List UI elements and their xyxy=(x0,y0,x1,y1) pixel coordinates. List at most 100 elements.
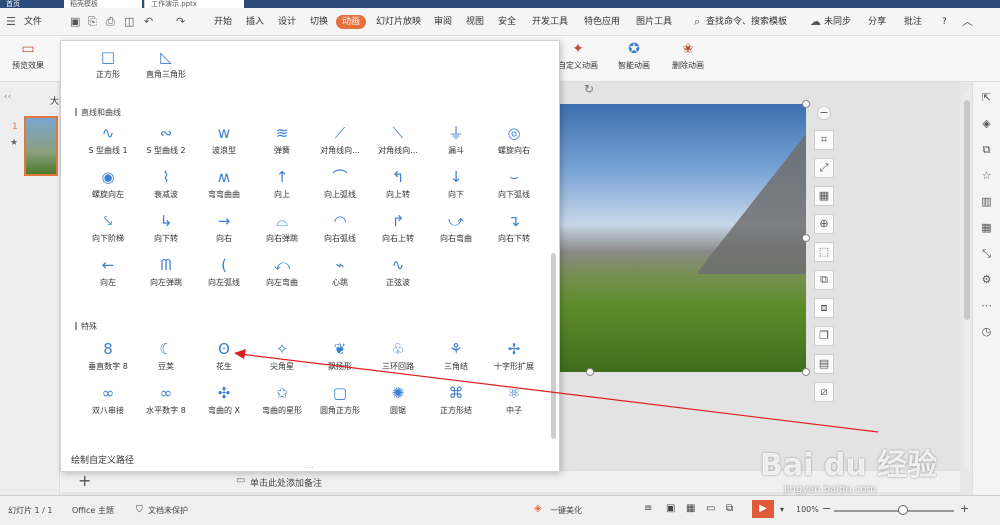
menu-features[interactable]: 特色应用 xyxy=(584,15,620,29)
tab-template[interactable]: 稻壳模板 xyxy=(64,0,142,8)
chart-icon[interactable]: ▥ xyxy=(979,194,995,210)
menu-review[interactable]: 审阅 xyxy=(434,15,452,29)
add-slide-button[interactable]: + xyxy=(78,471,91,490)
slash-icon[interactable]: ⧄ xyxy=(814,382,834,402)
collapse-toolbar-icon[interactable]: − xyxy=(817,106,831,120)
chevron-up-icon[interactable]: ︿ xyxy=(962,15,973,29)
path-item[interactable]: ♧ 三环回路 xyxy=(369,337,427,377)
save-icon[interactable]: ▣ xyxy=(70,15,80,29)
path-item[interactable]: □ 正方形 xyxy=(79,45,137,85)
path-item[interactable]: ʍ 弯弯曲曲 xyxy=(195,165,253,205)
custom-animation-button[interactable]: ✦ 自定义动画 xyxy=(556,40,600,71)
transform-icon[interactable]: ⤡ xyxy=(979,246,995,262)
path-item[interactable]: (向左弧线 xyxy=(195,253,253,293)
resize-icon[interactable]: ⤢ xyxy=(814,158,834,178)
menu-devtools[interactable]: 开发工具 xyxy=(532,15,568,29)
path-item[interactable]: ↑ 向上 xyxy=(253,165,311,205)
slide-picture[interactable] xyxy=(560,104,806,372)
path-item[interactable]: ↰ 向上转 xyxy=(369,165,427,205)
help-button[interactable]: ? xyxy=(942,15,947,29)
slide-thumbnail[interactable] xyxy=(24,116,58,176)
star-icon[interactable]: ☆ xyxy=(979,168,995,184)
path-item[interactable]: ∾ S 型曲线 2 xyxy=(137,121,195,161)
path-item[interactable]: ⤥ 向下阶梯 xyxy=(79,209,137,249)
copy-icon[interactable]: ⧉ xyxy=(814,270,834,290)
sync-status[interactable]: 未同步 xyxy=(824,15,851,29)
copy-view-icon[interactable]: ⧉ xyxy=(726,503,733,514)
path-item[interactable]: ⟍ 对角线向... xyxy=(369,121,427,161)
path-item[interactable]: ✩ 弯曲的星形 xyxy=(253,381,311,421)
path-item[interactable]: ᗰ 向左弹跳 xyxy=(137,253,195,293)
zoom-in-button[interactable]: + xyxy=(960,502,969,515)
path-item[interactable]: ≋ 弹簧 xyxy=(253,121,311,161)
path-item[interactable]: ⚘ 三角结 xyxy=(427,337,485,377)
rotate-handle-icon[interactable]: ↻ xyxy=(584,82,594,96)
path-item[interactable]: ☾ 豆荚 xyxy=(137,337,195,377)
tab-home[interactable]: 首页 xyxy=(0,0,26,8)
slide-sorter-icon[interactable]: ▦ xyxy=(686,503,695,514)
path-item[interactable]: ⟋ 对角线向... xyxy=(311,121,369,161)
path-item[interactable]: ∞ 水平数字 8 xyxy=(137,381,195,421)
path-item[interactable]: ⏚ 漏斗 xyxy=(427,121,485,161)
outline-tab[interactable]: 大 xyxy=(50,94,59,107)
scroll-thumb[interactable] xyxy=(964,100,970,320)
path-item[interactable]: ᴡ 波浪型 xyxy=(195,121,253,161)
protect-status[interactable]: 文档未保护 xyxy=(148,505,188,516)
path-item[interactable]: ⌣ 向下弧线 xyxy=(485,165,543,205)
path-item[interactable]: ← 向左 xyxy=(79,253,137,293)
pointer-icon[interactable]: ⇱ xyxy=(979,90,995,106)
layers-icon[interactable]: ⧈ xyxy=(814,298,834,318)
delete-animation-button[interactable]: ✬ 删除动画 xyxy=(666,40,710,71)
select-icon[interactable]: ⬚ xyxy=(814,242,834,262)
path-item[interactable]: ⤺ 向左弯曲 xyxy=(253,253,311,293)
crop-icon[interactable]: ⌗ xyxy=(814,130,834,150)
path-item[interactable]: ⌘ 正方形结 xyxy=(427,381,485,421)
path-item[interactable]: ✺ 圆锯 xyxy=(369,381,427,421)
draw-custom-path[interactable]: 绘制自定义路径 xyxy=(71,453,134,466)
path-item[interactable]: ⌒ 向上弧线 xyxy=(311,165,369,205)
path-item[interactable]: ⌓ 向右弹跳 xyxy=(253,209,311,249)
theme-name[interactable]: Office 主题 xyxy=(72,505,114,516)
path-item[interactable]: ∿ S 型曲线 1 xyxy=(79,121,137,161)
beautify-button[interactable]: 一键美化 xyxy=(550,505,582,516)
table-icon[interactable]: ▦ xyxy=(979,220,995,236)
path-item[interactable]: ʘ 花生 xyxy=(195,337,253,377)
print-icon[interactable]: ⎙ xyxy=(106,15,115,29)
comment-button[interactable]: 批注 xyxy=(904,15,922,29)
path-item[interactable]: ◠ 向右弧线 xyxy=(311,209,369,249)
zoom-in-icon[interactable]: ⊕ xyxy=(814,214,834,234)
preview-icon[interactable]: ◫ xyxy=(124,15,134,29)
path-item[interactable]: 8 垂直数字 8 xyxy=(79,337,137,377)
reading-view-icon[interactable]: ▭ xyxy=(706,503,715,514)
path-item[interactable]: ◺ 直角三角形 xyxy=(137,45,195,85)
notes-placeholder[interactable]: 单击此处添加备注 xyxy=(250,476,322,489)
path-item[interactable]: → 向右 xyxy=(195,209,253,249)
normal-view-icon[interactable]: ▣ xyxy=(666,503,675,514)
command-search[interactable]: 查找命令、搜索模板 xyxy=(706,15,787,29)
preview-effect-button[interactable]: ▭ 预览效果 xyxy=(6,40,50,71)
shapes-icon[interactable]: ◈ xyxy=(979,116,995,132)
undo-icon[interactable]: ↶ xyxy=(144,15,153,29)
path-item[interactable]: ✧ 尖角星 xyxy=(253,337,311,377)
share-button[interactable]: 分享 xyxy=(868,15,886,29)
path-item[interactable]: ◎ 螺旋向右 xyxy=(485,121,543,161)
copy-icon[interactable]: ⧉ xyxy=(979,142,995,158)
path-item[interactable]: ✣ 弯曲的 X xyxy=(195,381,253,421)
menu-start[interactable]: 开始 xyxy=(214,15,232,29)
menu-file[interactable]: 文件 xyxy=(24,15,42,29)
path-item[interactable]: ❦ 飘扬形 xyxy=(311,337,369,377)
path-item[interactable]: ∞ 双八串接 xyxy=(79,381,137,421)
menu-insert[interactable]: 插入 xyxy=(246,15,264,29)
path-item[interactable]: ∿ 正弦波 xyxy=(369,253,427,293)
redo-icon[interactable]: ↷ xyxy=(176,15,185,29)
export-icon[interactable]: ⎘ xyxy=(88,15,97,29)
history-icon[interactable]: ◷ xyxy=(979,324,995,340)
menu-view[interactable]: 视图 xyxy=(466,15,484,29)
path-item[interactable]: ⌇ 衰减波 xyxy=(137,165,195,205)
menu-icon[interactable]: ☰ xyxy=(6,15,16,29)
path-item[interactable]: ↓ 向下 xyxy=(427,165,485,205)
menu-slideshow[interactable]: 幻灯片放映 xyxy=(376,15,421,29)
resize-handle[interactable] xyxy=(802,234,810,242)
tab-document[interactable]: 工作演示.pptx xyxy=(144,0,244,8)
menu-animation[interactable]: 动画 xyxy=(336,15,367,29)
